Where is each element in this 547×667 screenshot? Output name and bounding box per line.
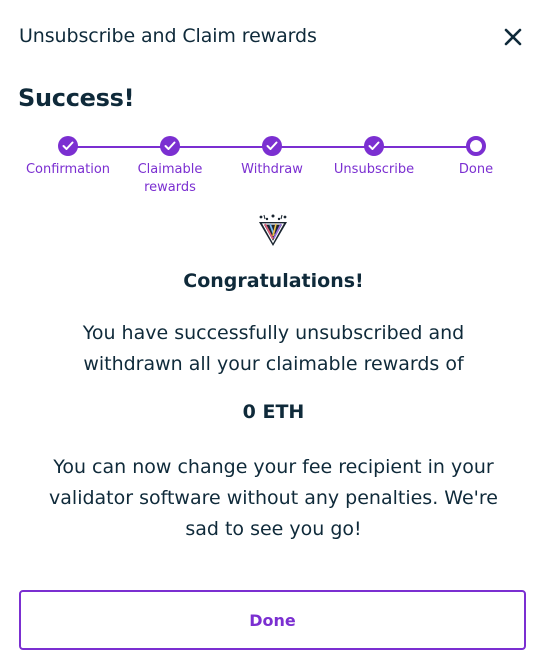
step-label: Claimable rewards [137,162,203,195]
success-heading: Success! [18,84,135,112]
check-icon [164,141,176,150]
step-completed-marker [58,136,78,156]
done-button[interactable]: Done [19,590,526,650]
check-icon [266,141,278,150]
fee-recipient-note: You can now change your fee recipient in… [49,456,498,540]
step-completed-marker [160,136,180,156]
party-popper-icon [255,213,291,249]
success-message: You have successfully unsubscribed and w… [82,322,465,375]
check-icon [368,141,380,150]
close-icon [504,28,522,46]
step-completed-marker [262,136,282,156]
close-button[interactable] [500,24,526,50]
step-done: Done [416,136,536,179]
modal-title: Unsubscribe and Claim rewards [19,25,317,47]
congratulations-heading: Congratulations! [183,270,364,292]
step-label: Done [458,162,494,177]
unsubscribe-modal: Unsubscribe and Claim rewards Success! C… [0,0,547,667]
ring-icon [466,136,486,156]
step-completed-marker [364,136,384,156]
progress-stepper: Confirmation Claimable rewards Withdraw [0,136,547,206]
check-icon [62,141,74,150]
claimed-amount: 0 ETH [242,401,305,423]
